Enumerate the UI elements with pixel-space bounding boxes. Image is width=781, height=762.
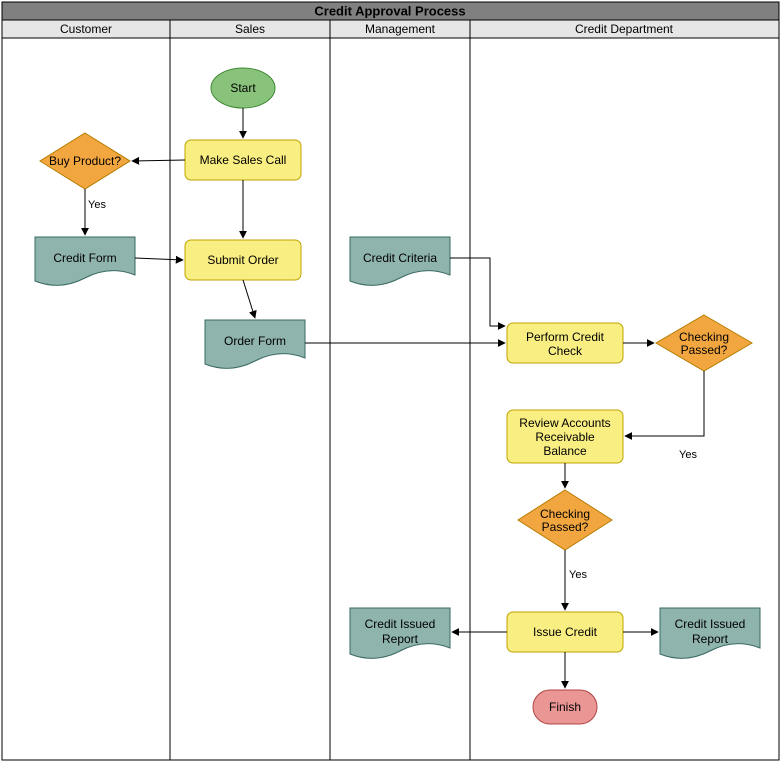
- svg-text:Check: Check: [548, 344, 583, 358]
- svg-text:Make Sales Call: Make Sales Call: [200, 153, 287, 167]
- submit-order-node: Submit Order: [185, 240, 301, 280]
- credit-criteria-doc: Credit Criteria: [350, 237, 450, 285]
- svg-text:Review Accounts: Review Accounts: [519, 416, 610, 430]
- credit-form-doc: Credit Form: [35, 237, 135, 285]
- edge-credit-form-to-submit: [135, 258, 183, 260]
- edge-cp2-yes-label: Yes: [569, 569, 587, 581]
- make-sales-call-node: Make Sales Call: [185, 140, 301, 180]
- perform-credit-check-node: Perform Credit Check: [507, 323, 623, 363]
- credit-report-right-doc: Credit Issued Report: [660, 608, 760, 658]
- edge-buy-yes-label: Yes: [88, 199, 106, 211]
- svg-text:Report: Report: [692, 632, 729, 646]
- edge-submit-to-order-form: [243, 280, 255, 318]
- edge-sales-call-to-buy: [132, 160, 185, 161]
- edge-cp1-yes-label: Yes: [679, 449, 697, 461]
- checking-passed-2-decision: Checking Passed?: [518, 490, 612, 550]
- svg-text:Credit Issued: Credit Issued: [675, 617, 746, 631]
- svg-text:Perform Credit: Perform Credit: [526, 330, 605, 344]
- lane-sales-label: Sales: [235, 22, 265, 36]
- edge-criteria-to-credit-check: [450, 258, 505, 326]
- start-node: Start: [211, 68, 275, 108]
- svg-text:Start: Start: [230, 81, 256, 95]
- svg-text:Passed?: Passed?: [681, 343, 728, 357]
- svg-text:Receivable: Receivable: [535, 430, 595, 444]
- svg-text:Credit Form: Credit Form: [53, 251, 116, 265]
- checking-passed-1-decision: Checking Passed?: [656, 315, 752, 371]
- svg-text:Checking: Checking: [540, 507, 590, 521]
- svg-text:Order Form: Order Form: [224, 334, 286, 348]
- pool-title-bar: Credit Approval Process: [2, 2, 779, 20]
- svg-text:Finish: Finish: [549, 700, 581, 714]
- lane-credit-label: Credit Department: [575, 22, 674, 36]
- issue-credit-node: Issue Credit: [507, 612, 623, 652]
- svg-text:Credit Criteria: Credit Criteria: [363, 251, 437, 265]
- credit-report-left-doc: Credit Issued Report: [350, 608, 450, 658]
- buy-product-decision: Buy Product?: [40, 133, 130, 189]
- svg-text:Issue Credit: Issue Credit: [533, 625, 598, 639]
- pool-title: Credit Approval Process: [314, 3, 465, 18]
- svg-text:Buy Product?: Buy Product?: [49, 154, 121, 168]
- svg-text:Credit Issued: Credit Issued: [365, 617, 436, 631]
- edge-cp1-yes: [625, 371, 704, 436]
- review-ar-node: Review Accounts Receivable Balance: [507, 410, 623, 463]
- lane-headers: Customer Sales Management Credit Departm…: [2, 20, 779, 38]
- svg-text:Submit Order: Submit Order: [207, 253, 278, 267]
- lane-management-label: Management: [365, 22, 436, 36]
- finish-node: Finish: [533, 690, 597, 724]
- order-form-doc: Order Form: [205, 320, 305, 368]
- lane-customer-label: Customer: [60, 22, 112, 36]
- svg-text:Balance: Balance: [543, 444, 587, 458]
- svg-text:Passed?: Passed?: [542, 520, 589, 534]
- svg-text:Checking: Checking: [679, 330, 729, 344]
- svg-text:Report: Report: [382, 632, 419, 646]
